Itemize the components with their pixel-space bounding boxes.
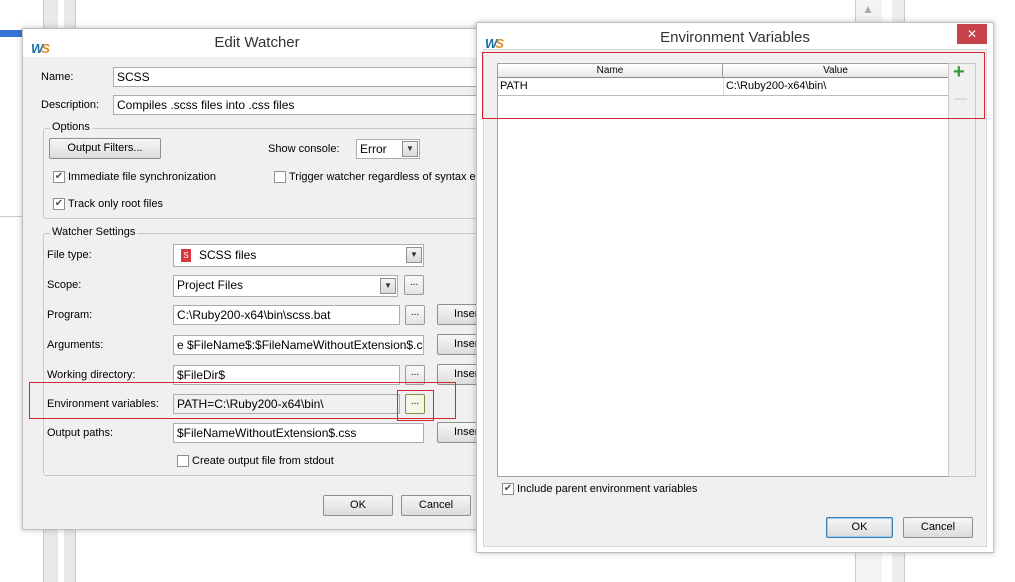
file-type-label: File type: — [47, 249, 92, 261]
scroll-up-arrow-icon[interactable]: ▲ — [862, 2, 874, 16]
program-label: Program: — [47, 309, 93, 321]
cancel-button[interactable]: Cancel — [401, 495, 471, 516]
scope-browse-button[interactable]: ... — [404, 275, 424, 295]
highlight-env-button — [397, 390, 434, 421]
show-console-label: Show console: — [268, 143, 340, 155]
file-type-select[interactable]: S SCSS files ▼ — [173, 244, 424, 267]
name-label: Name: — [41, 71, 74, 83]
include-parent-label: Include parent environment variables — [517, 483, 698, 495]
program-input[interactable]: C:\Ruby200-x64\bin\scss.bat — [173, 305, 400, 325]
description-input[interactable]: Compiles .scss files into .css files — [113, 95, 493, 115]
working-directory-label: Working directory: — [47, 369, 136, 381]
track-root-label: Track only root files — [68, 198, 163, 210]
include-parent-checkbox[interactable]: ✔ — [502, 483, 514, 495]
output-filters-button[interactable]: Output Filters... — [49, 138, 161, 159]
env-titlebar[interactable]: WS Environment Variables — [477, 23, 993, 51]
environment-variables-dialog: WS Environment Variables ✕ Name Value PAT… — [476, 22, 994, 553]
program-browse-button[interactable]: ... — [405, 305, 425, 325]
dialog-title: Environment Variables — [660, 29, 810, 46]
trigger-regardless-checkbox[interactable] — [274, 171, 286, 183]
highlight-env-row — [29, 382, 456, 419]
create-stdout-checkbox[interactable] — [177, 455, 189, 467]
name-input[interactable]: SCSS — [113, 67, 493, 87]
scope-value: Project Files — [177, 278, 244, 292]
edit-watcher-dialog: WS Edit Watcher Name: SCSS Description: C… — [22, 28, 503, 530]
env-side-toolbar — [948, 63, 976, 477]
description-label: Description: — [41, 99, 100, 111]
watcher-settings-title: Watcher Settings — [50, 226, 138, 238]
background-selection — [0, 30, 24, 37]
scss-file-icon: S — [181, 249, 191, 263]
output-paths-label: Output paths: — [47, 427, 114, 439]
arguments-input[interactable]: e $FileName$:$FileNameWithoutExtension$.… — [173, 335, 424, 355]
output-paths-input[interactable]: $FileNameWithoutExtension$.css — [173, 423, 424, 443]
dialog-title: Edit Watcher — [214, 34, 300, 51]
track-root-checkbox[interactable]: ✔ — [53, 198, 65, 210]
chevron-down-icon: ▼ — [406, 247, 422, 263]
ok-button[interactable]: OK — [323, 495, 393, 516]
scope-label: Scope: — [47, 279, 82, 291]
ok-button[interactable]: OK — [826, 517, 893, 538]
close-button[interactable]: ✕ — [957, 24, 987, 44]
highlight-table — [482, 52, 985, 119]
immediate-sync-label: Immediate file synchronization — [68, 171, 216, 183]
options-title: Options — [50, 121, 92, 133]
background-divider — [0, 216, 24, 217]
immediate-sync-checkbox[interactable]: ✔ — [53, 171, 65, 183]
show-console-select[interactable]: Error ▼ — [356, 139, 420, 159]
env-table: Name Value PATH C:\Ruby200-x64\bin\ — [497, 63, 949, 477]
scope-select[interactable]: Project Files ▼ — [173, 275, 398, 297]
trigger-regardless-label: Trigger watcher regardless of syntax e — [289, 171, 476, 183]
edit-watcher-titlebar[interactable]: WS Edit Watcher — [23, 29, 491, 57]
chevron-down-icon: ▼ — [402, 141, 418, 157]
chevron-down-icon: ▼ — [380, 278, 396, 294]
create-stdout-label: Create output file from stdout — [192, 455, 334, 467]
cancel-button[interactable]: Cancel — [903, 517, 973, 538]
arguments-label: Arguments: — [47, 339, 104, 351]
show-console-value: Error — [360, 142, 387, 156]
webstorm-logo-icon: WS — [31, 41, 50, 56]
file-type-value: SCSS files — [199, 248, 257, 262]
